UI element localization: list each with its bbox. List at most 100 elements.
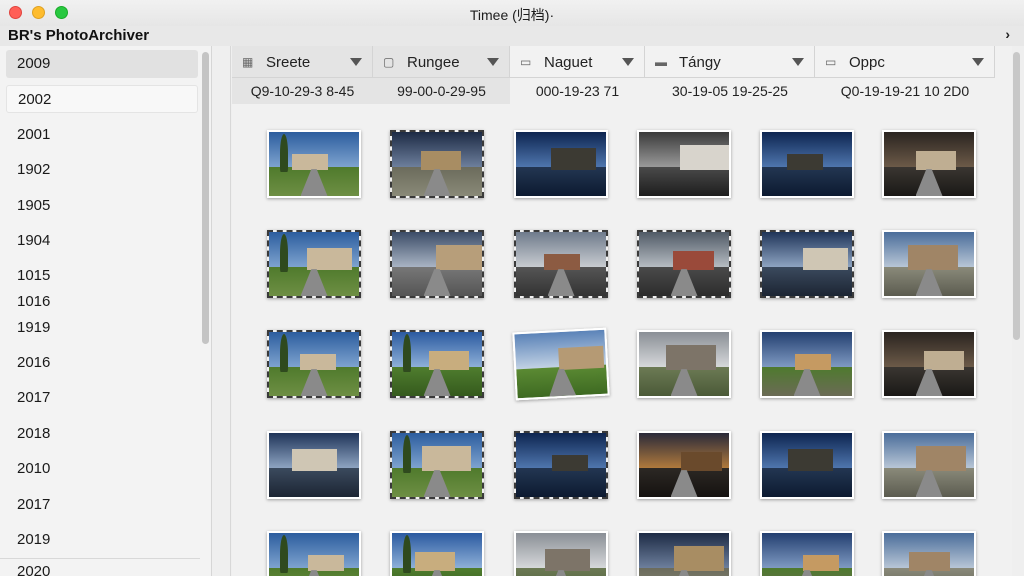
photo-thumbnail[interactable] [514,230,608,298]
photo-thumbnail[interactable] [760,330,854,398]
photo-tree [402,434,411,473]
photo-thumbnail[interactable] [882,130,976,198]
photo-building [795,354,832,371]
chevron-down-icon[interactable] [487,58,499,66]
photo-thumbnail[interactable] [760,230,854,298]
column-date: 000-19-23 71 [535,83,620,99]
photo-thumbnail[interactable] [760,431,854,499]
photo-thumbnail[interactable] [882,230,976,298]
photo-thumbnail[interactable] [882,531,976,576]
photo-thumbnail[interactable] [267,230,361,298]
column-header-label: Naguet [544,54,593,71]
photo-thumbnail[interactable] [390,531,484,576]
sidebar-item-year[interactable]: 2017 [6,491,198,519]
column-header-label: Oppc [849,54,885,71]
photo-thumbnail[interactable] [390,230,484,298]
column-date: 30-19-05 19-25-25 [672,83,788,99]
photo-ground [762,167,852,196]
photo-building [680,145,729,171]
sidebar-item-year[interactable]: 2010 [6,455,198,483]
photo-building [787,154,824,171]
photo-building [543,254,580,271]
sidebar-item-year[interactable]: 2017 [6,384,198,412]
photo-building [788,449,834,472]
photo-thumbnail[interactable] [514,531,608,576]
photo-ground [516,167,606,196]
photo-thumbnail[interactable] [882,431,976,499]
photo-thumbnail[interactable] [267,330,361,398]
sidebar-item-year[interactable]: 1905 [6,192,198,220]
sidebar-item-year[interactable]: 2001 [6,121,198,149]
photo-building [916,446,966,472]
column-date: Q0-19-19-21 10 2D0 [840,83,970,99]
sidebar-item-year[interactable]: 2018 [6,420,198,448]
photo-building [674,546,724,572]
chevron-down-icon[interactable] [622,58,634,66]
photo-thumbnail[interactable] [267,431,361,499]
sidebar-item-year[interactable]: 1904 [6,227,198,255]
photo-thumbnail[interactable] [637,531,731,576]
app-title: BR's PhotoArchiver [8,27,150,44]
photo-building [923,351,965,371]
sidebar-item-year[interactable]: 2020 [6,558,198,576]
photo-building [681,452,722,472]
column-header-label: Rungee [407,54,460,71]
sidebar-item-year[interactable]: 1902 [6,156,198,184]
photo-thumbnail[interactable] [760,130,854,198]
photo-building [307,555,344,572]
grid-scrollbar-thumb[interactable] [1013,52,1020,340]
photo-ground [269,468,359,497]
photo-thumbnail[interactable] [390,431,484,499]
drive-icon: ▭ [825,55,837,69]
photo-thumbnail[interactable] [512,327,610,401]
square-icon: ▢ [383,55,395,69]
photo-ground [516,468,606,497]
photo-thumbnail[interactable] [514,130,608,198]
sidebar-item-year[interactable]: 2019 [6,526,198,554]
column-header[interactable]: ▭ Naguet [510,46,645,78]
photo-building [291,154,328,171]
photo-building [915,151,956,171]
photo-grid [232,116,1012,576]
photo-building [421,446,472,472]
chevron-down-icon[interactable] [972,58,984,66]
photo-thumbnail[interactable] [267,531,361,576]
chevron-down-icon[interactable] [350,58,362,66]
photo-thumbnail[interactable] [267,130,361,198]
photo-ground [762,267,852,296]
sidebar-item-year[interactable]: 2002 [6,85,198,113]
photo-thumbnail[interactable] [637,330,731,398]
sidebar-item-year[interactable]: 1016 [6,288,198,316]
photo-thumbnail[interactable] [637,130,731,198]
sidebar-item-year[interactable]: 2016 [6,349,198,377]
photo-building [673,251,714,271]
folder-icon: ▬ [655,55,667,69]
column-header[interactable]: ▭ Oppc [815,46,995,78]
title-bar: Timee (归档)· [0,0,1024,26]
chevron-right-icon[interactable]: › [1005,26,1010,42]
sidebar-item-year[interactable]: 1919 [6,314,198,342]
column-header[interactable]: ▦ Sreete [232,46,373,78]
chevron-down-icon[interactable] [792,58,804,66]
photo-thumbnail[interactable] [760,531,854,576]
column-header[interactable]: ▬ Tángy [645,46,815,78]
column-header[interactable]: ▢ Rungee [373,46,510,78]
photo-building [558,346,605,371]
photo-thumbnail[interactable] [637,431,731,499]
photo-thumbnail[interactable] [637,230,731,298]
sidebar-scrollbar-thumb[interactable] [202,52,209,344]
column-date: 99-00-0-29-95 [373,78,510,104]
sidebar-item-year[interactable]: 2009 [6,50,198,78]
divider [230,46,231,576]
photo-thumbnail[interactable] [514,431,608,499]
photo-thumbnail[interactable] [882,330,976,398]
toolbar: BR's PhotoArchiver › [0,26,1024,46]
photo-thumbnail[interactable] [390,330,484,398]
window-title: Timee (归档)· [469,7,555,23]
photo-building [436,245,482,271]
photo-browser: ▦ Sreete Q9-10-29-3 8-45 ▢ Rungee 99-00-0-29-… [232,46,1012,576]
photo-building [306,248,352,271]
photo-tree [279,133,288,172]
photo-thumbnail[interactable] [390,130,484,198]
sidebar-item-year[interactable]: 1015 [6,262,198,290]
